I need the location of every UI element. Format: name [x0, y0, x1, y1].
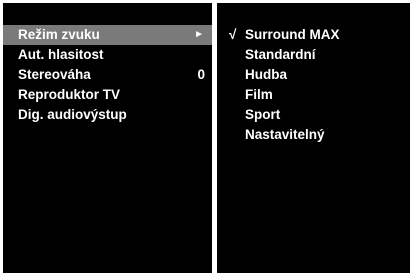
- option-label: Sport: [245, 107, 281, 122]
- option-standard[interactable]: Standardní: [229, 45, 409, 65]
- option-label: Surround MAX: [245, 27, 340, 42]
- submenu-arrow-icon: ►: [194, 29, 204, 40]
- menu-item-tv-speaker[interactable]: Reproduktor TV: [3, 85, 212, 105]
- menu-item-sound-mode[interactable]: Režim zvuku ►: [3, 25, 212, 45]
- menu-item-label: Reproduktor TV: [18, 87, 121, 102]
- option-surround-max[interactable]: √ Surround MAX: [229, 25, 409, 45]
- balance-value: 0: [197, 67, 205, 82]
- option-sport[interactable]: Sport: [229, 105, 409, 125]
- menu-item-auto-volume[interactable]: Aut. hlasitost: [3, 45, 212, 65]
- sound-mode-submenu-panel: √ Surround MAX Standardní Hudba Film Spor…: [217, 3, 410, 273]
- option-custom[interactable]: Nastavitelný: [229, 125, 409, 145]
- sound-menu-panel: Režim zvuku ► Aut. hlasitost Stereováha …: [3, 3, 212, 273]
- option-music[interactable]: Hudba: [229, 65, 409, 85]
- option-label: Hudba: [245, 67, 287, 82]
- option-label: Nastavitelný: [245, 127, 325, 142]
- check-mark-icon: √: [229, 27, 237, 42]
- menu-item-digital-audio-out[interactable]: Dig. audiovýstup: [3, 105, 212, 125]
- option-label: Film: [245, 87, 273, 102]
- menu-item-label: Dig. audiovýstup: [18, 107, 127, 122]
- menu-item-label: Režim zvuku: [18, 27, 100, 42]
- option-film[interactable]: Film: [229, 85, 409, 105]
- menu-item-stereo-balance[interactable]: Stereováha 0: [3, 65, 212, 85]
- menu-item-label: Stereováha: [18, 67, 91, 82]
- menu-item-label: Aut. hlasitost: [18, 47, 104, 62]
- osd-sound-menu: Režim zvuku ► Aut. hlasitost Stereováha …: [0, 0, 413, 277]
- option-label: Standardní: [245, 47, 316, 62]
